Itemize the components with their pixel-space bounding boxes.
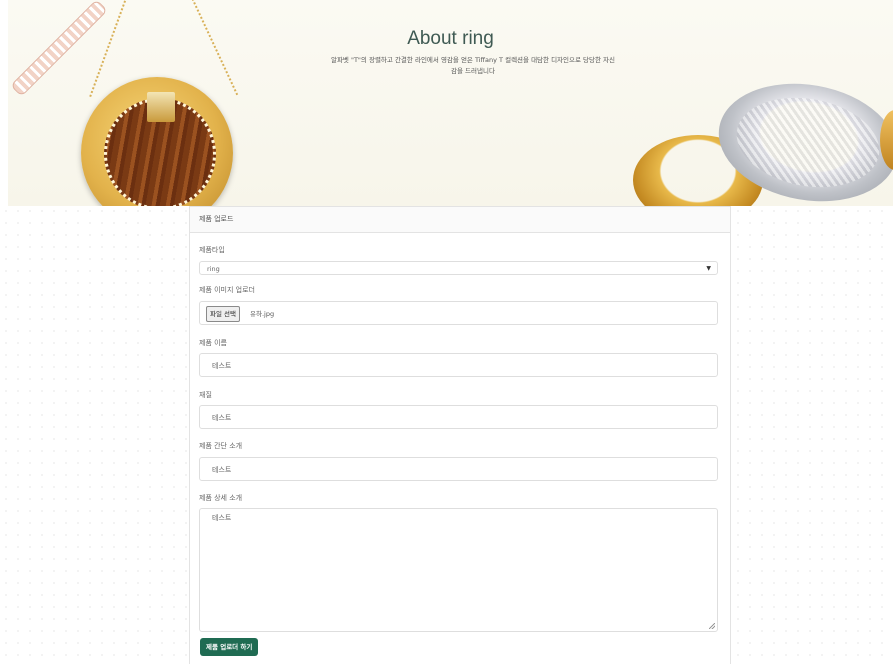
upload-card: 제품 업로드 제품타입 ring ▼ 제품 이미지 업로더 파일 선택 유하.j… [189,206,731,664]
type-label: 제품타입 [199,246,225,254]
choose-file-button[interactable]: 파일 선택 [206,306,240,322]
file-name: 유하.jpg [250,310,275,318]
short-desc-label: 제품 간단 소개 [199,442,243,450]
name-input-value: 테스트 [212,362,232,370]
material-input[interactable]: 테스트 [199,405,718,429]
resize-handle-icon[interactable] [709,623,715,629]
chevron-down-icon: ▼ [706,265,711,272]
page-subtitle: 알파벳 "T"의 장렬하고 간결한 라인에서 영감을 얻은 Tiffany T … [330,56,616,75]
name-input[interactable]: 테스트 [199,353,718,377]
card-title: 제품 업로드 [190,207,730,233]
type-select[interactable]: ring ▼ [199,261,718,275]
material-input-value: 테스트 [212,414,232,422]
pendant-bail-image [147,92,175,122]
material-label: 재질 [199,391,212,399]
upload-submit-button[interactable]: 제품 업로더 하기 [200,638,259,656]
detail-desc-label: 제품 상세 소개 [199,494,243,502]
name-label: 제품 이름 [199,339,227,347]
page-title: About ring [407,28,494,49]
short-desc-input[interactable]: 테스트 [199,457,718,481]
detail-desc-textarea-value: 테스트 [212,514,232,522]
image-file-input[interactable]: 파일 선택 유하.jpg [199,301,718,325]
short-desc-input-value: 테스트 [212,466,232,474]
hero-banner: About ring 알파벳 "T"의 장렬하고 간결한 라인에서 영감을 얻은… [8,0,893,206]
detail-desc-textarea[interactable]: 테스트 [199,508,718,632]
image-label: 제품 이미지 업로더 [199,286,255,294]
type-select-value: ring [207,265,220,273]
